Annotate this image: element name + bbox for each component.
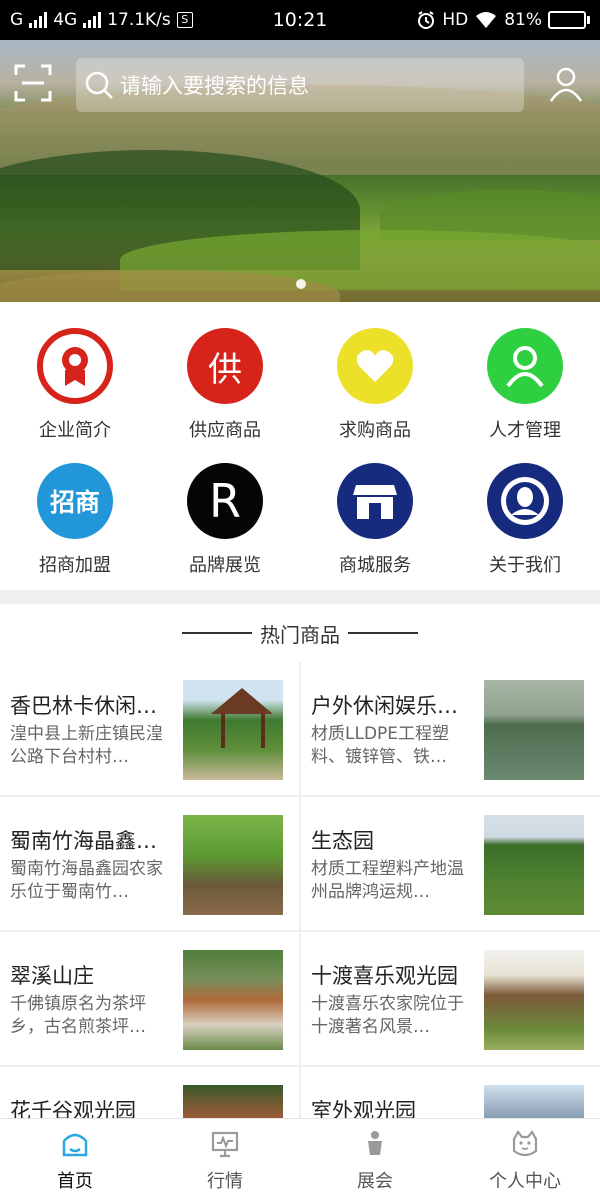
- award-badge-icon: [37, 328, 113, 404]
- tab-label: 行情: [207, 1171, 243, 1192]
- category-label: 供应商品: [189, 420, 261, 441]
- category-label: 商城服务: [339, 555, 411, 576]
- home-icon: [62, 1133, 88, 1157]
- tab-market[interactable]: 行情: [150, 1119, 300, 1200]
- carousel-indicator[interactable]: [296, 279, 306, 289]
- category-purchase[interactable]: 求购商品: [300, 328, 450, 463]
- exhibition-icon: [368, 1131, 382, 1155]
- divider-line: [182, 632, 252, 634]
- category-label: 企业简介: [39, 420, 111, 441]
- profile-icon: [512, 1130, 538, 1157]
- product-card[interactable]: 翠溪山庄 千佛镇原名为茶坪乡，古名煎茶坪…: [0, 932, 299, 1065]
- status-right: HD 81%: [416, 10, 590, 30]
- product-desc: 十渡喜乐农家院位于十渡著名风景…: [311, 994, 464, 1037]
- product-card[interactable]: 生态园 材质工程塑料产地温州品牌鸿运规…: [301, 797, 600, 930]
- search-bar[interactable]: 请输入要搜索的信息: [76, 58, 524, 112]
- battery-percent: 81%: [504, 10, 542, 30]
- registered-r-icon: R: [187, 463, 263, 539]
- hot-products-header: 热门商品: [0, 604, 600, 662]
- tab-home[interactable]: 首页: [0, 1119, 150, 1200]
- product-name: 翠溪山庄: [10, 964, 94, 988]
- product-name: 生态园: [311, 829, 374, 853]
- category-label: 品牌展览: [189, 555, 261, 576]
- network-label: 4G: [53, 10, 78, 30]
- product-name: 户外休闲娱乐…: [311, 694, 458, 718]
- user-icon[interactable]: [548, 66, 584, 102]
- product-card[interactable]: 蜀南竹海晶鑫… 蜀南竹海晶鑫园农家乐位于蜀南竹…: [0, 797, 299, 930]
- banner-carousel[interactable]: 请输入要搜索的信息: [0, 40, 600, 302]
- product-image: [484, 680, 584, 780]
- product-image: [183, 950, 283, 1050]
- signal-icon-2: [83, 12, 102, 28]
- product-image: [484, 815, 584, 915]
- status-bar: G 4G 17.1K/s S 10:21 HD 81%: [0, 0, 600, 40]
- product-card[interactable]: 室外观光园: [301, 1067, 600, 1118]
- monitor-chart-icon: [211, 1131, 239, 1158]
- investment-text-icon: 招商: [37, 463, 113, 539]
- search-input[interactable]: 请输入要搜索的信息: [120, 70, 309, 100]
- product-desc: 材质LLDPE工程塑料、镀锌管、铁…: [311, 724, 450, 767]
- section-divider: [0, 590, 600, 604]
- product-image: [183, 1085, 283, 1118]
- category-label: 关于我们: [489, 555, 561, 576]
- bottom-tab-bar: 首页 行情 展会 个人中心: [0, 1118, 600, 1200]
- alarm-icon: [418, 11, 435, 29]
- speed-badge-icon: S: [176, 12, 193, 28]
- status-left: G 4G 17.1K/s S: [10, 10, 193, 30]
- search-icon: [85, 71, 113, 99]
- network-speed: 17.1K/s: [107, 10, 171, 30]
- product-image: [183, 680, 283, 780]
- tab-label: 个人中心: [489, 1171, 561, 1192]
- product-desc: 千佛镇原名为茶坪乡，古名煎茶坪…: [10, 994, 146, 1037]
- wifi-icon: [476, 12, 497, 28]
- supply-char-icon: 供: [187, 328, 263, 404]
- tab-label: 首页: [57, 1171, 93, 1192]
- signal-icon: [29, 12, 48, 28]
- product-desc: 材质工程塑料产地温州品牌鸿运规…: [311, 859, 464, 902]
- category-company-intro[interactable]: 企业简介: [0, 328, 150, 463]
- product-list: 香巴林卡休闲… 湟中县上新庄镇民湟公路下台村村… 户外休闲娱乐… 材质LLDPE…: [0, 662, 600, 1118]
- hd-label: HD: [442, 10, 469, 30]
- category-supply[interactable]: 供 供应商品: [150, 328, 300, 463]
- tab-label: 展会: [357, 1171, 393, 1192]
- product-card[interactable]: 十渡喜乐观光园 十渡喜乐农家院位于十渡著名风景…: [301, 932, 600, 1065]
- category-label: 人才管理: [489, 420, 561, 441]
- category-grid: 企业简介 供 供应商品 求购商品 人才管理 招商 招商加盟 R 品牌展览 商城服…: [0, 302, 600, 590]
- divider-line: [348, 632, 418, 634]
- category-brand[interactable]: R 品牌展览: [150, 463, 300, 598]
- product-desc: 湟中县上新庄镇民湟公路下台村村…: [10, 724, 163, 767]
- tab-profile[interactable]: 个人中心: [450, 1119, 600, 1200]
- product-name: 香巴林卡休闲…: [10, 694, 157, 718]
- category-about[interactable]: 关于我们: [450, 463, 600, 598]
- person-icon: [487, 328, 563, 404]
- storefront-icon: [337, 463, 413, 539]
- scan-icon[interactable]: [14, 64, 52, 102]
- product-image: [484, 1085, 584, 1118]
- product-name: 室外观光园: [311, 1099, 416, 1118]
- product-card[interactable]: 户外休闲娱乐… 材质LLDPE工程塑料、镀锌管、铁…: [301, 662, 600, 795]
- category-investment[interactable]: 招商 招商加盟: [0, 463, 150, 598]
- product-desc: 蜀南竹海晶鑫园农家乐位于蜀南竹…: [10, 859, 163, 902]
- product-name: 花千谷观光园: [10, 1099, 136, 1118]
- product-name: 蜀南竹海晶鑫…: [10, 829, 157, 853]
- product-image: [183, 815, 283, 915]
- battery-icon: [548, 11, 590, 29]
- carrier-label: G: [10, 10, 24, 30]
- product-image: [484, 950, 584, 1050]
- product-name: 十渡喜乐观光园: [311, 964, 458, 988]
- heart-icon: [337, 328, 413, 404]
- tab-exhibition[interactable]: 展会: [300, 1119, 450, 1200]
- product-card[interactable]: 花千谷观光园: [0, 1067, 299, 1118]
- category-talent[interactable]: 人才管理: [450, 328, 600, 463]
- section-title: 热门商品: [260, 622, 340, 647]
- category-label: 求购商品: [339, 420, 411, 441]
- avatar-circle-icon: [487, 463, 563, 539]
- category-mall[interactable]: 商城服务: [300, 463, 450, 598]
- product-card[interactable]: 香巴林卡休闲… 湟中县上新庄镇民湟公路下台村村…: [0, 662, 299, 795]
- category-label: 招商加盟: [39, 555, 111, 576]
